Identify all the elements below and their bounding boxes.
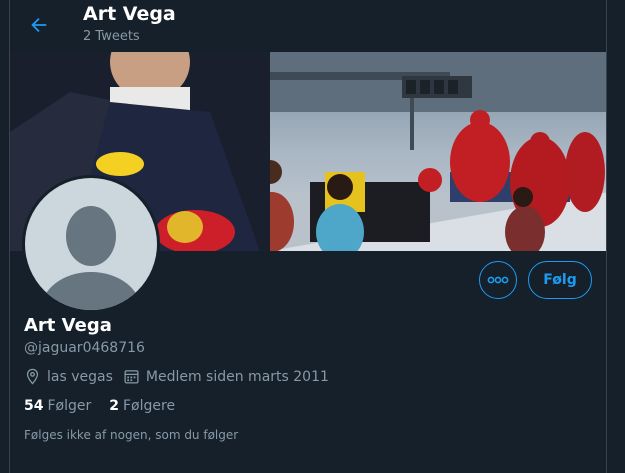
profile-handle: @jaguar0468716 [24,340,145,356]
more-options-button[interactable] [479,261,517,299]
followers-label: Følgere [123,398,176,414]
follow-stats: 54 Følger 2 Følgere [24,398,193,414]
mutual-followers-note: Følges ikke af nogen, som du følger [24,428,239,442]
profile-name: Art Vega [24,315,112,336]
following-link[interactable]: 54 Følger [24,398,91,414]
back-button[interactable] [20,6,58,44]
following-label: Følger [47,398,92,414]
profile-avatar[interactable] [22,175,160,313]
join-date-text: Medlem siden marts 2011 [145,368,329,385]
profile-meta: las vegas Medlem siden marts 2011 [24,368,339,385]
location-text: las vegas [47,368,113,385]
more-dots-icon [487,276,509,284]
following-count: 54 [24,398,44,414]
follow-button[interactable]: Følg [528,261,592,299]
followers-count: 2 [109,398,119,414]
tweet-count: 2 Tweets [83,29,140,44]
default-avatar-icon [25,178,157,310]
top-bar: Art Vega 2 Tweets [0,0,625,51]
header-title: Art Vega [83,3,176,25]
location-pin-icon [26,368,39,385]
join-date: Medlem siden marts 2011 [123,368,329,385]
followers-link[interactable]: 2 Følgere [109,398,175,414]
calendar-icon [124,370,139,384]
arrow-left-icon [31,17,47,33]
location: las vegas [24,368,113,385]
